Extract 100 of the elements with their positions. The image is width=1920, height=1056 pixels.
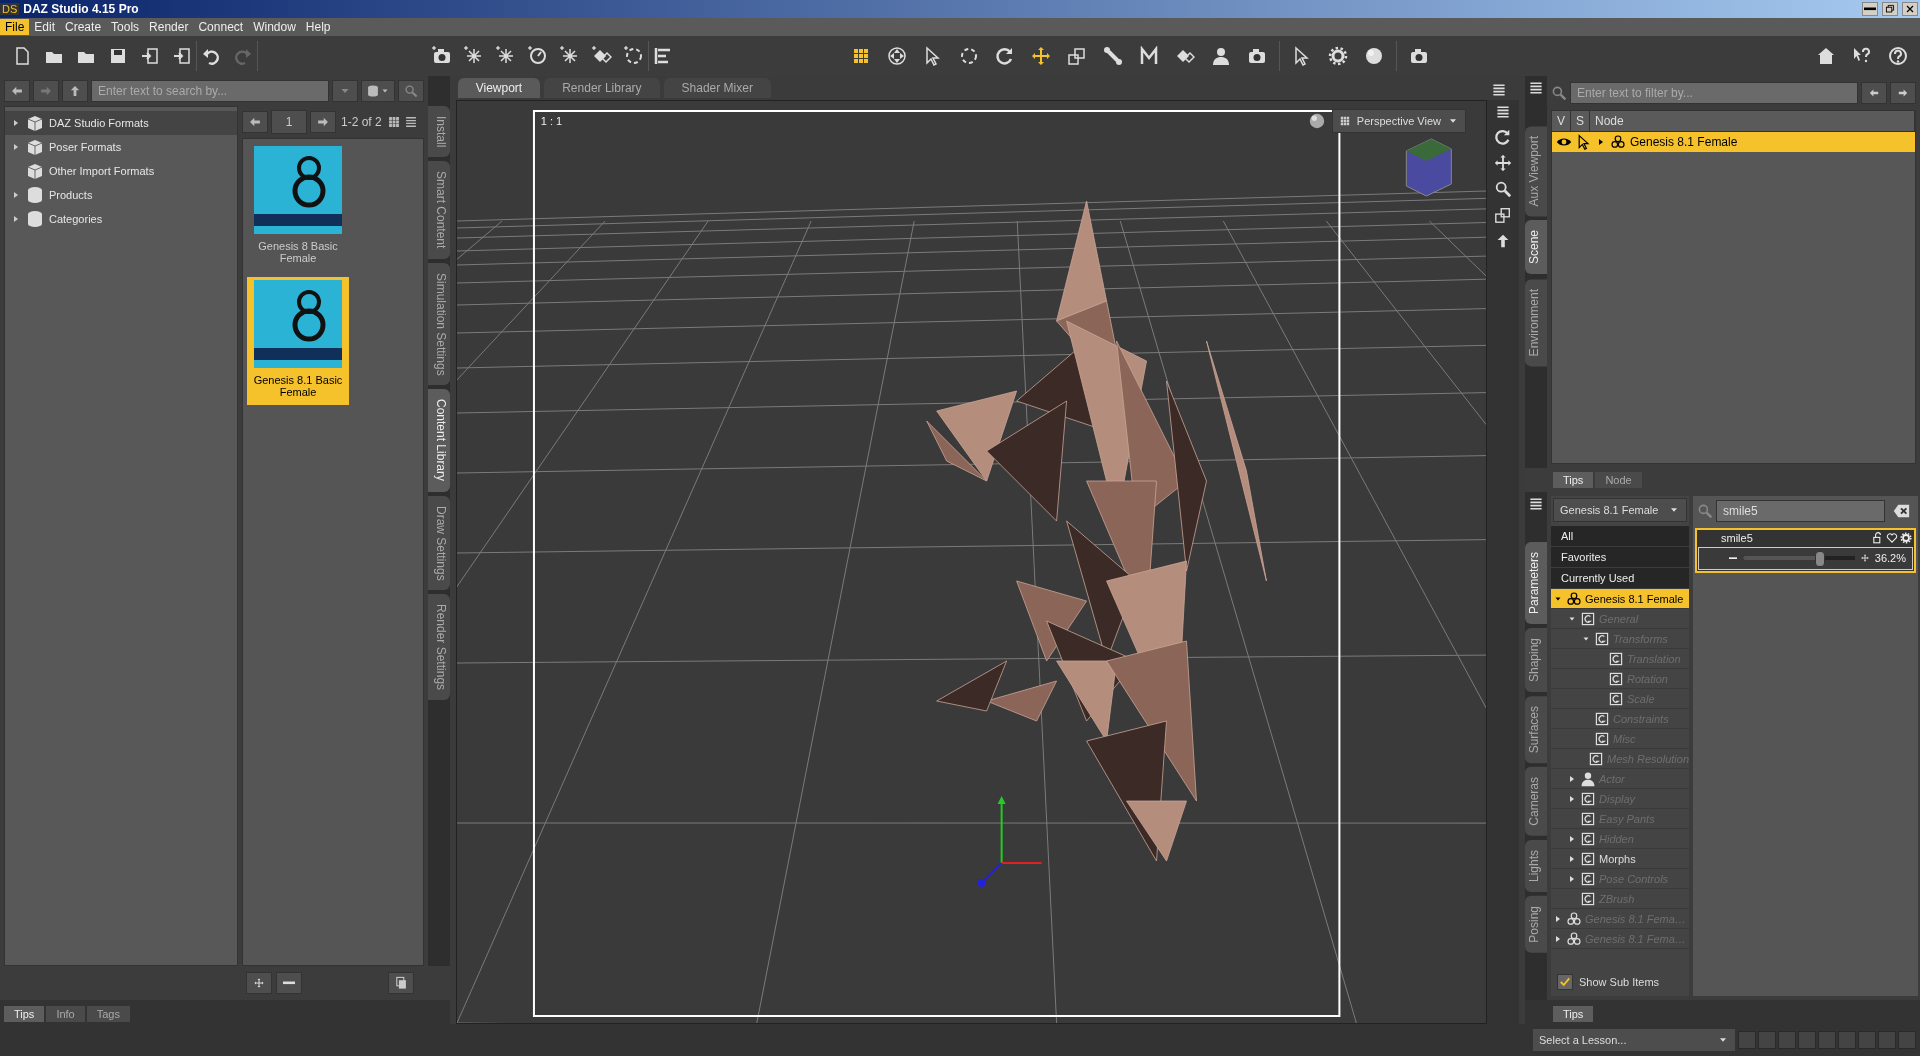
column-header[interactable]: S (1571, 111, 1591, 131)
menu-item[interactable]: File (0, 19, 30, 35)
panel-tab[interactable]: Tips (4, 1006, 45, 1022)
frame-icon[interactable] (1494, 206, 1512, 224)
next-page-button[interactable] (310, 111, 336, 133)
new-distant-light-icon[interactable] (496, 46, 516, 66)
up-button[interactable] (62, 80, 88, 102)
filter-item[interactable]: Currently Used (1551, 568, 1689, 589)
menu-item[interactable]: Connect (193, 19, 249, 35)
menu-item[interactable]: Help (300, 19, 336, 35)
node-dropdown[interactable]: Genesis 8.1 Female (1553, 498, 1687, 522)
viewport-tab[interactable]: Viewport (457, 78, 541, 98)
menu-item[interactable]: Tools (106, 19, 145, 35)
close-button[interactable] (1902, 2, 1918, 16)
panel-tab[interactable]: Surfaces (1525, 696, 1547, 764)
lock-icon[interactable] (1872, 532, 1884, 544)
zoom-icon[interactable] (1494, 180, 1512, 198)
restore-button[interactable] (1882, 2, 1898, 16)
filter-item[interactable]: All (1551, 526, 1689, 547)
page-number[interactable]: 1 (271, 110, 307, 134)
panel-tab[interactable]: Cameras (1525, 767, 1547, 837)
increment-button[interactable] (1860, 554, 1869, 562)
align-icon[interactable] (653, 46, 673, 66)
decrement-button[interactable] (1729, 556, 1737, 560)
panel-tab[interactable]: Simulation Settings (427, 262, 450, 386)
pan-icon[interactable] (1494, 154, 1512, 172)
home-icon[interactable] (1816, 46, 1836, 66)
panel-tab[interactable]: Node (1595, 472, 1642, 488)
checkbox[interactable] (1557, 974, 1573, 990)
minimize-button[interactable] (1862, 2, 1878, 16)
3d-viewport[interactable]: 1 : 1 Perspective View (455, 100, 1487, 1024)
panel-tab[interactable]: Posing (1525, 896, 1547, 953)
new-primitive-icon[interactable] (592, 46, 612, 66)
new-camera-icon[interactable] (432, 46, 452, 66)
new-flashlight-icon[interactable] (560, 46, 580, 66)
import-icon[interactable] (140, 46, 160, 66)
panel-tab[interactable]: Tips (1553, 472, 1594, 488)
panel-tab[interactable]: Lights (1525, 840, 1547, 893)
folder-item[interactable]: Poser Formats (5, 135, 237, 159)
filter-field[interactable]: Enter text to filter by... (1570, 82, 1858, 104)
new-null-icon[interactable] (624, 46, 644, 66)
property-group[interactable]: Genesis 8.1 Female (1551, 589, 1689, 609)
folder-item[interactable]: DAZ Studio Formats (5, 111, 237, 135)
pane-menu-icon[interactable] (1528, 496, 1544, 512)
product-tile[interactable]: Genesis 8.1 Basic Female (247, 277, 349, 405)
copy-button[interactable] (387, 972, 414, 994)
panel-tab[interactable]: Smart Content (427, 161, 450, 259)
remove-button[interactable] (276, 972, 302, 994)
view-dropdown[interactable]: Perspective View (1331, 109, 1466, 133)
database-dropdown[interactable] (360, 80, 395, 102)
search-field[interactable]: Enter text to search by... (91, 80, 329, 102)
property-search-field[interactable]: smile5 (1716, 500, 1885, 522)
panel-tab[interactable]: Scene (1525, 220, 1547, 275)
panel-tab[interactable]: Environment (1525, 278, 1547, 366)
add-button[interactable] (246, 972, 272, 994)
export-icon[interactable] (172, 46, 192, 66)
column-header[interactable]: V (1552, 111, 1571, 131)
panel-tab[interactable]: Aux Viewport (1525, 126, 1547, 217)
viewport-tab[interactable]: Shader Mixer (663, 78, 771, 98)
new-point-light-icon[interactable] (528, 46, 548, 66)
property-card[interactable]: smile5 36.2% (1695, 528, 1916, 573)
folder-item[interactable]: Categories (5, 207, 237, 231)
back-button[interactable] (1861, 82, 1887, 104)
menu-item[interactable]: Create (60, 19, 107, 35)
gear-icon[interactable] (1900, 532, 1912, 544)
pane-menu-icon[interactable] (1495, 104, 1511, 120)
panel-tab[interactable]: Tips (1553, 1006, 1594, 1022)
scene-node[interactable]: Genesis 8.1 Female (1552, 132, 1915, 152)
menu-item[interactable]: Window (248, 19, 301, 35)
folder-item[interactable]: Other Import Formats (5, 159, 237, 183)
orbit-icon[interactable] (1494, 128, 1512, 146)
previous-page-button[interactable] (242, 111, 268, 133)
menu-item[interactable]: Render (144, 19, 194, 35)
menu-item[interactable]: Edit (29, 19, 61, 35)
panel-tab[interactable]: Content Library (427, 389, 450, 492)
panel-tab[interactable]: Tags (86, 1006, 130, 1022)
viewport-tab[interactable]: Render Library (544, 78, 660, 98)
panel-tab[interactable]: Shaping (1525, 628, 1547, 693)
panel-tab[interactable]: Parameters (1525, 542, 1547, 625)
column-header[interactable]: Node (1590, 111, 1915, 131)
cursor-icon[interactable] (1576, 134, 1592, 150)
new-spotlight-icon[interactable] (464, 46, 484, 66)
pane-menu-icon[interactable] (1528, 80, 1544, 96)
heart-icon[interactable] (1886, 532, 1898, 544)
property-group[interactable]: Morphs (1551, 849, 1689, 869)
back-button[interactable] (4, 80, 30, 102)
panel-tab[interactable]: Info (46, 1006, 85, 1022)
panel-tab[interactable]: Install (427, 106, 450, 158)
product-tile[interactable]: Genesis 8 Basic Female (247, 143, 349, 271)
search-button[interactable] (397, 80, 424, 102)
history-dropdown[interactable] (331, 80, 358, 102)
panel-tab[interactable]: Draw Settings (427, 495, 450, 591)
panel-tab[interactable]: Render Settings (427, 594, 450, 701)
folder-item[interactable]: Products (5, 183, 237, 207)
sphere-icon[interactable] (1307, 112, 1326, 130)
forward-button[interactable] (1890, 82, 1916, 104)
save-icon[interactable] (108, 46, 128, 66)
list-view-icon[interactable] (403, 115, 418, 129)
slider-thumb[interactable] (1815, 551, 1825, 567)
pane-menu-icon[interactable] (1491, 82, 1507, 98)
